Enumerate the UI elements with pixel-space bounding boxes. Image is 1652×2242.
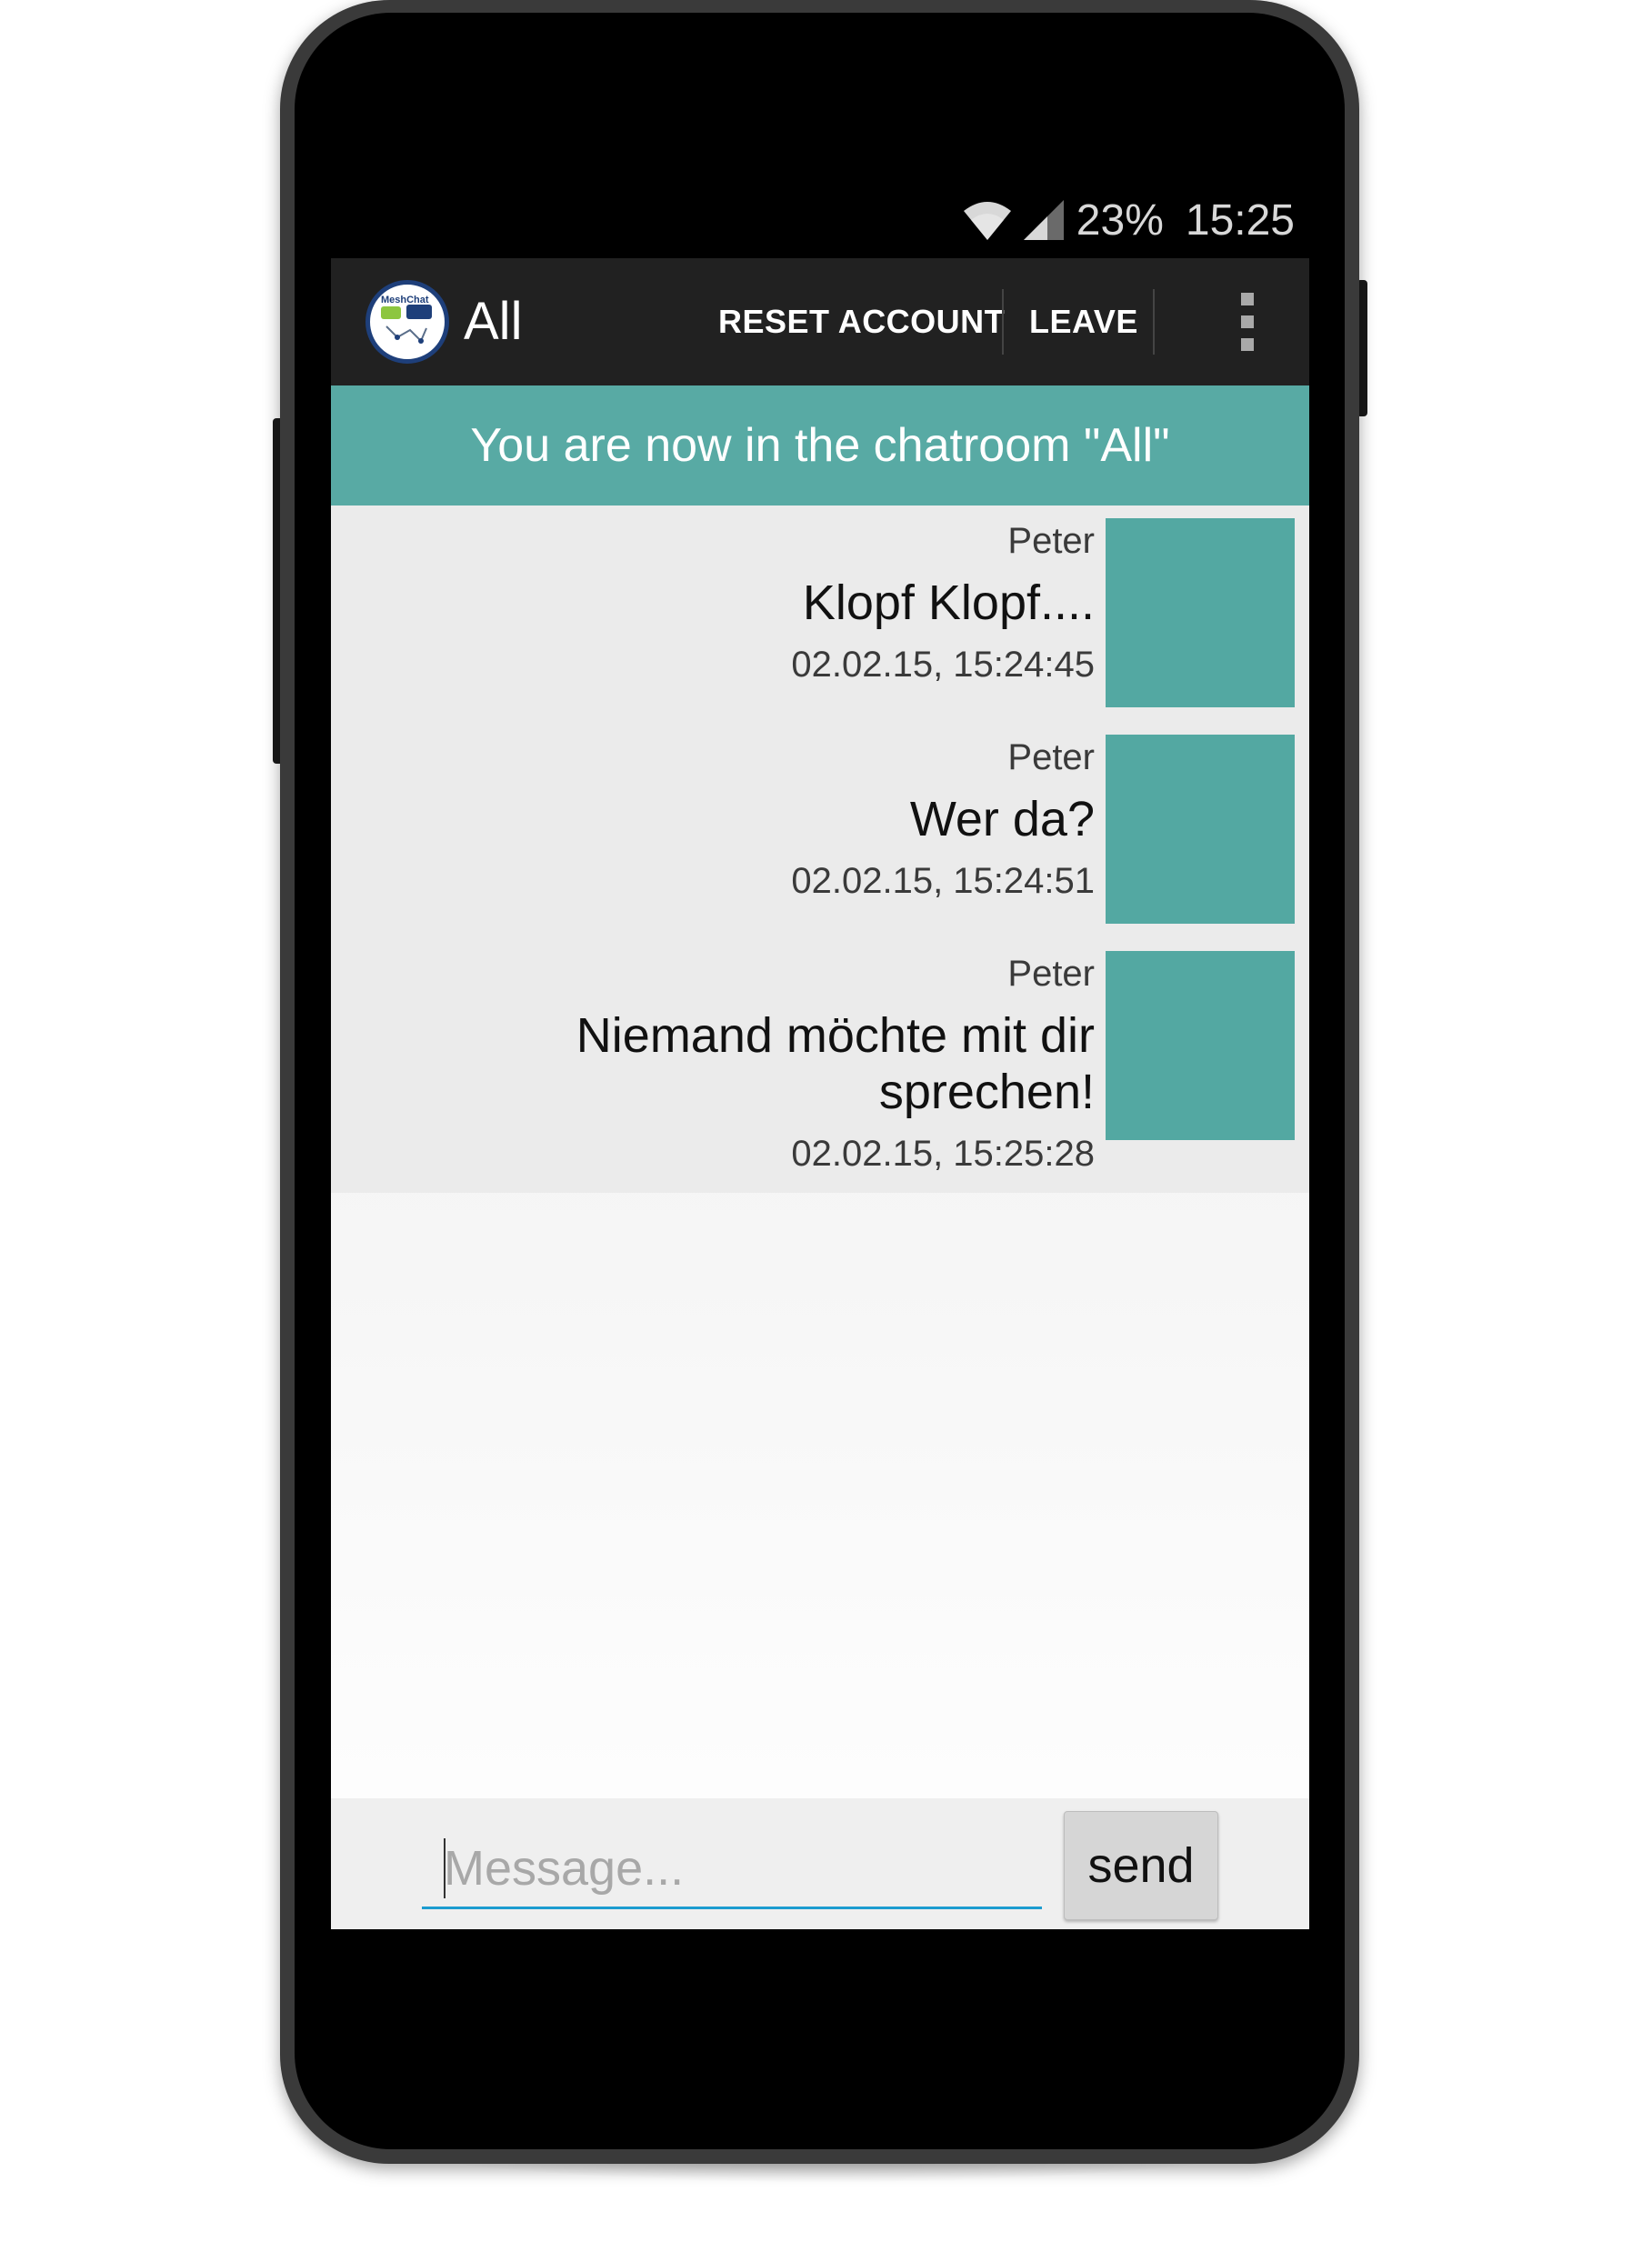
logo-text: MeshChat	[381, 295, 429, 305]
action-bar-title: All	[464, 292, 523, 351]
send-button[interactable]: send	[1064, 1811, 1218, 1920]
overflow-dot	[1241, 315, 1254, 328]
more-vert-icon[interactable]	[1220, 293, 1275, 351]
message-time: 02.02.15, 15:24:51	[791, 861, 1095, 901]
status-bar: 23% 15:25	[331, 182, 1295, 258]
avatar	[1106, 951, 1295, 1140]
message-text: Wer da?	[909, 792, 1095, 846]
message-text: Niemand möchte mit dir sprechen!	[576, 1008, 1095, 1119]
wifi-icon	[963, 200, 1011, 240]
message-time: 02.02.15, 15:25:28	[791, 1134, 1095, 1174]
app-screen: MeshChat All RESET ACCOUNT LEAVE You are…	[331, 258, 1309, 1929]
reset-account-button[interactable]: RESET ACCOUNT	[718, 258, 1005, 385]
message-input[interactable]	[422, 1829, 1042, 1909]
overflow-dot	[1241, 293, 1254, 305]
action-divider	[1153, 289, 1155, 355]
action-divider	[1002, 289, 1004, 355]
action-bar: MeshChat All RESET ACCOUNT LEAVE	[331, 258, 1309, 385]
text-cursor	[444, 1838, 446, 1898]
message-sender: Peter	[1007, 521, 1095, 561]
clock: 15:25	[1185, 195, 1295, 245]
avatar	[1106, 735, 1295, 924]
overflow-dot	[1241, 338, 1254, 351]
chatroom-banner: You are now in the chatroom "All"	[331, 385, 1309, 505]
message-text: Klopf Klopf....	[802, 576, 1095, 630]
message-composer: send	[331, 1798, 1309, 1929]
avatar	[1106, 518, 1295, 707]
leave-button[interactable]: LEAVE	[1029, 258, 1138, 385]
message-sender: Peter	[1007, 954, 1095, 994]
app-logo-icon[interactable]: MeshChat	[365, 280, 449, 364]
signal-icon	[1023, 200, 1064, 240]
message-list[interactable]: Peter Klopf Klopf.... 02.02.15, 15:24:45…	[331, 505, 1309, 1193]
message-time: 02.02.15, 15:24:45	[791, 645, 1095, 685]
message-sender: Peter	[1007, 737, 1095, 777]
battery-level: 23%	[1076, 195, 1164, 245]
